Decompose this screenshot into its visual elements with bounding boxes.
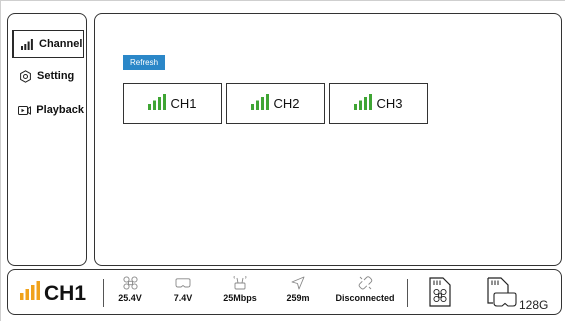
signal-bars-icon <box>148 94 167 113</box>
drone-sd-storage <box>429 277 453 312</box>
sd-card-goggles-icon <box>487 277 517 312</box>
sidebar: Channel Setting Playback <box>7 13 87 266</box>
goggles-icon <box>175 276 191 290</box>
current-channel-label: CH1 <box>44 281 87 305</box>
channel-card-ch2[interactable]: CH2 <box>226 83 325 124</box>
goggles-sd-value: 128G <box>519 298 549 312</box>
goggles-sd-storage: 128G <box>487 277 548 312</box>
location-arrow-icon <box>290 276 306 290</box>
gear-icon <box>18 69 32 83</box>
divider <box>103 279 104 307</box>
playback-icon <box>18 103 32 117</box>
drone-icon <box>122 276 138 290</box>
sidebar-item-playback[interactable]: Playback <box>12 96 84 124</box>
channel-label: CH1 <box>170 96 197 111</box>
distance: 259m <box>282 276 314 303</box>
channel-list: CH1 CH2 CH3 <box>123 83 428 124</box>
sidebar-item-label: Playback <box>36 104 84 116</box>
link-broken-icon <box>357 276 373 290</box>
sd-card-drone-icon <box>429 277 451 312</box>
goggles-voltage: 7.4V <box>168 276 198 303</box>
channel-panel: Refresh CH1 CH2 CH3 <box>94 13 562 266</box>
signal-bars-icon <box>20 37 34 51</box>
bitrate-value: 25Mbps <box>223 293 257 303</box>
antenna-icon <box>232 276 248 290</box>
connection-status-value: Disconnected <box>335 293 395 303</box>
sidebar-item-setting[interactable]: Setting <box>12 62 84 90</box>
drone-voltage: 25.4V <box>112 276 148 303</box>
divider <box>407 279 408 307</box>
channel-label: CH3 <box>376 96 403 111</box>
signal-bars-icon <box>354 94 373 113</box>
distance-value: 259m <box>286 293 310 303</box>
channel-card-ch1[interactable]: CH1 <box>123 83 222 124</box>
current-channel: CH1 <box>20 281 86 306</box>
sidebar-item-label: Setting <box>37 70 75 82</box>
drone-voltage-value: 25.4V <box>118 293 142 303</box>
sidebar-item-channel[interactable]: Channel <box>12 30 84 58</box>
sidebar-item-label: Channel <box>39 38 83 50</box>
connection-status: Disconnected <box>330 276 400 303</box>
status-bar: CH1 25.4V 7.4V 25Mbps 259m Disconnected <box>7 269 562 315</box>
channel-card-ch3[interactable]: CH3 <box>329 83 428 124</box>
refresh-button[interactable]: Refresh <box>123 55 166 70</box>
channel-label: CH2 <box>273 96 300 111</box>
goggles-voltage-value: 7.4V <box>173 293 193 303</box>
bitrate: 25Mbps <box>218 276 262 303</box>
signal-bars-icon <box>251 94 270 113</box>
signal-bars-icon <box>20 281 40 306</box>
